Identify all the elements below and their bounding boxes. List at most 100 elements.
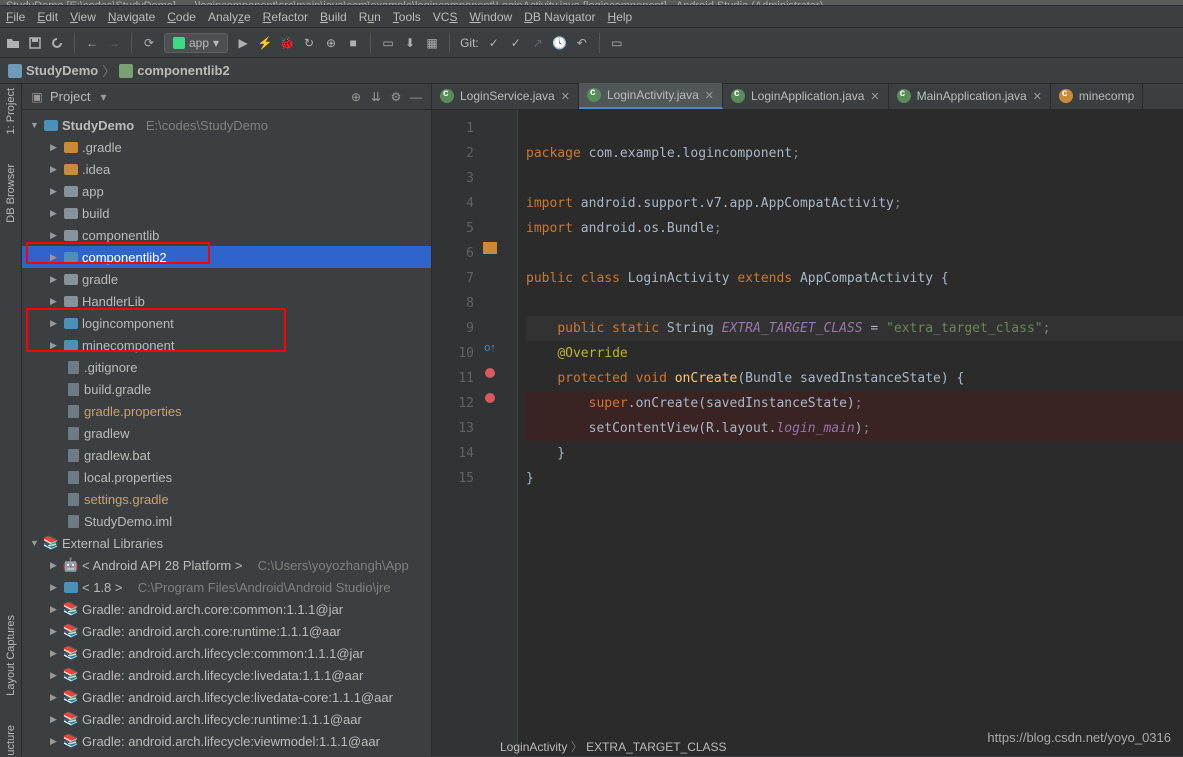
menu-vcs[interactable]: VCS (433, 10, 458, 24)
tab-loginactivity[interactable]: LoginActivity.java✕ (579, 83, 723, 109)
tree-item[interactable]: ▶< 1.8 > C:\Program Files\Android\Androi… (22, 576, 431, 598)
override-icon[interactable]: o↑ (484, 342, 496, 354)
menu-code[interactable]: Code (167, 10, 196, 24)
sync-icon[interactable]: ⟳ (142, 36, 156, 50)
menu-view[interactable]: View (70, 10, 96, 24)
menu-build[interactable]: Build (320, 10, 347, 24)
collapse-icon[interactable]: ⇊ (369, 90, 383, 104)
gear-icon[interactable]: ⚙ (389, 90, 403, 104)
run-icon[interactable]: ▶ (236, 36, 250, 50)
tree-item[interactable]: local.properties (22, 466, 431, 488)
tree-item[interactable]: gradlew.bat (22, 444, 431, 466)
tree-item[interactable]: ▶build (22, 202, 431, 224)
menu-tools[interactable]: Tools (393, 10, 421, 24)
tree-item[interactable]: ▶📚Gradle: android.arch.core:runtime:1.1.… (22, 620, 431, 642)
tree-item[interactable]: ▶📚Gradle: android.arch.lifecycle:runtime… (22, 708, 431, 730)
tree-item[interactable]: ▶HandlerLib (22, 290, 431, 312)
tree-root-label: StudyDemo (62, 118, 134, 133)
tree-item[interactable]: ▶📚Gradle: android.arch.lifecycle:livedat… (22, 686, 431, 708)
debug-icon[interactable]: 🐞 (280, 36, 294, 50)
chevron-down-icon: ▾ (213, 36, 219, 50)
toolwindow-layout-captures[interactable]: Layout Captures (5, 615, 17, 696)
tree-root[interactable]: ▼ StudyDemo E:\codes\StudyDemo (22, 114, 431, 136)
tree-item[interactable]: ▶componentlib (22, 224, 431, 246)
tab-minecomp[interactable]: minecomp (1051, 83, 1143, 109)
tree-item[interactable]: ▶📚Gradle: android.arch.lifecycle:common:… (22, 642, 431, 664)
tree-item[interactable]: ▶.gradle (22, 136, 431, 158)
sdk-icon[interactable]: ⬇ (403, 36, 417, 50)
menu-db-navigator[interactable]: DB Navigator (524, 10, 595, 24)
tree-item[interactable]: .gitignore (22, 356, 431, 378)
menu-navigate[interactable]: Navigate (108, 10, 155, 24)
android-icon (173, 37, 185, 49)
git-commit-icon[interactable]: ✓ (509, 36, 523, 50)
menu-refactor[interactable]: Refactor (263, 10, 308, 24)
save-icon[interactable] (28, 36, 42, 50)
menu-window[interactable]: Window (469, 10, 512, 24)
search-everywhere-icon[interactable]: ▭ (610, 36, 624, 50)
tree-item-selected[interactable]: ▶componentlib2 (22, 246, 431, 268)
code-content[interactable]: package com.example.logincomponent; impo… (518, 110, 1183, 756)
editor-area: LoginService.java✕ LoginActivity.java✕ L… (432, 84, 1183, 756)
run-config-selector[interactable]: app ▾ (164, 33, 228, 53)
editor-tabs: LoginService.java✕ LoginActivity.java✕ L… (432, 84, 1183, 110)
tab-mainapplication[interactable]: MainApplication.java✕ (889, 83, 1051, 109)
target-icon[interactable]: ⊕ (349, 90, 363, 104)
fold-gutter (500, 110, 518, 756)
apply-changes-icon[interactable]: ⚡ (258, 36, 272, 50)
close-icon[interactable]: ✕ (705, 89, 714, 102)
tree-item[interactable]: gradle.properties (22, 400, 431, 422)
layout-icon[interactable]: ▦ (425, 36, 439, 50)
menu-file[interactable]: File (6, 10, 25, 24)
stop-icon[interactable]: ■ (346, 36, 360, 50)
toolwindow-db-browser[interactable]: DB Browser (5, 164, 17, 223)
git-history-icon[interactable]: 🕓 (553, 36, 567, 50)
breakpoint-icon[interactable] (485, 393, 495, 403)
tab-loginservice[interactable]: LoginService.java✕ (432, 83, 579, 109)
tree-item[interactable]: build.gradle (22, 378, 431, 400)
close-icon[interactable]: ✕ (1033, 90, 1042, 103)
toolwindow-project[interactable]: 1: Project (5, 88, 17, 134)
close-icon[interactable]: ✕ (561, 90, 570, 103)
code-editor[interactable]: 123 456 789 101112 131415 o↑ package com… (432, 110, 1183, 756)
tree-item[interactable]: ▶📚Gradle: android.arch.core:common:1.1.1… (22, 598, 431, 620)
tab-loginapplication[interactable]: LoginApplication.java✕ (723, 83, 889, 109)
close-icon[interactable]: ✕ (870, 90, 879, 103)
breakpoint-icon[interactable] (485, 368, 495, 378)
toolwindow-structure[interactable]: ucture (5, 725, 17, 756)
java-class-icon (731, 89, 745, 103)
chevron-down-icon[interactable]: ▾ (96, 90, 110, 104)
tree-item[interactable]: ▶logincomponent (22, 312, 431, 334)
panel-title: Project (50, 89, 90, 104)
undo-icon[interactable]: ← (85, 36, 99, 50)
profile-icon[interactable]: ↻ (302, 36, 316, 50)
open-icon[interactable] (6, 36, 20, 50)
tree-item[interactable]: ▶app (22, 180, 431, 202)
git-push-icon[interactable]: ↗ (531, 36, 545, 50)
menu-analyze[interactable]: Analyze (208, 10, 251, 24)
tree-item[interactable]: ▶minecomponent (22, 334, 431, 356)
tree-item[interactable]: ▶.idea (22, 158, 431, 180)
tree-item[interactable]: ▶📚Gradle: android.arch.lifecycle:viewmod… (22, 730, 431, 752)
refresh-icon[interactable] (50, 36, 64, 50)
menu-help[interactable]: Help (608, 10, 633, 24)
avd-icon[interactable]: ▭ (381, 36, 395, 50)
git-revert-icon[interactable]: ↶ (575, 36, 589, 50)
minimize-icon[interactable]: — (409, 90, 423, 104)
git-update-icon[interactable]: ✓ (487, 36, 501, 50)
tree-item[interactable]: ▶🤖< Android API 28 Platform > C:\Users\y… (22, 554, 431, 576)
tree-item[interactable]: gradlew (22, 422, 431, 444)
redo-icon[interactable]: → (107, 36, 121, 50)
tree-item[interactable]: StudyDemo.iml (22, 510, 431, 532)
tree-external-libs[interactable]: ▼📚External Libraries (22, 532, 431, 554)
menu-run[interactable]: Run (359, 10, 381, 24)
tree-item[interactable]: settings.gradle (22, 488, 431, 510)
project-tree[interactable]: ▼ StudyDemo E:\codes\StudyDemo ▶.gradle … (22, 110, 431, 756)
tree-item[interactable]: ▶📚Gradle: android.arch.lifecycle:livedat… (22, 664, 431, 686)
breadcrumb-root[interactable]: StudyDemo (26, 63, 98, 78)
tree-item[interactable]: ▶gradle (22, 268, 431, 290)
breadcrumb-item[interactable]: componentlib2 (137, 63, 229, 78)
menu-edit[interactable]: Edit (37, 10, 58, 24)
attach-icon[interactable]: ⊕ (324, 36, 338, 50)
class-icon[interactable] (483, 242, 497, 254)
